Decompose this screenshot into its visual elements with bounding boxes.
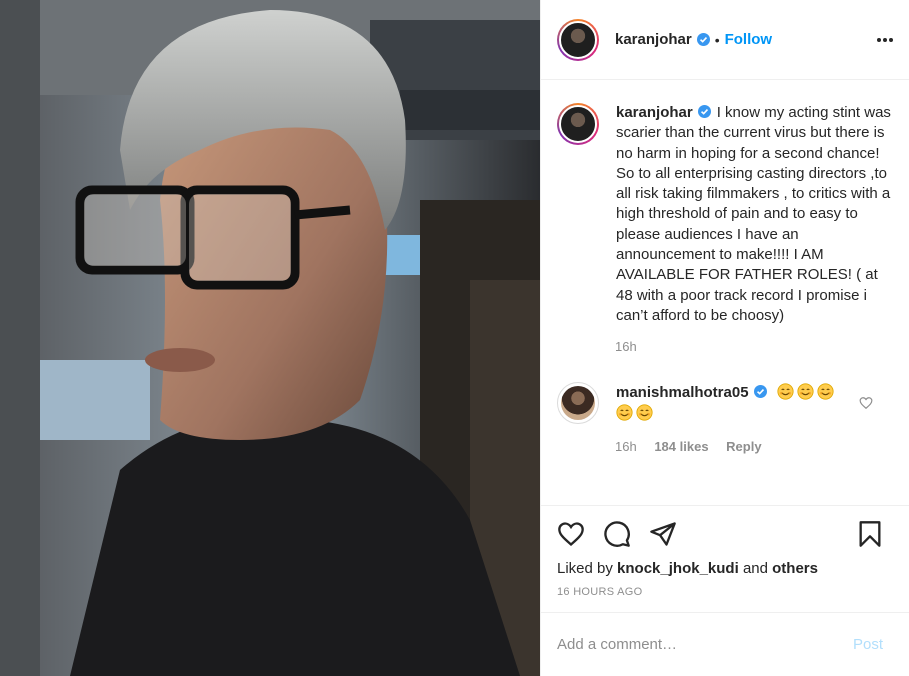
caption: karanjohar I know my acting stint was sca… [557,103,893,326]
heart-icon[interactable] [557,520,585,548]
share-icon[interactable] [649,520,677,548]
caption-avatar[interactable] [557,103,599,145]
comment-likes[interactable]: 184 likes [654,439,708,454]
comment-time[interactable]: 16h [615,439,637,454]
commenter-username[interactable]: manishmalhotra05 [616,384,749,401]
caption-body: karanjohar I know my acting stint was sca… [616,103,893,326]
more-horizontal-icon[interactable] [875,30,895,50]
liked-by: Liked by knock_jhok_kudi and others [557,560,893,577]
smiling-face-emoji-icon [817,383,834,400]
liked-by-and: and [742,560,768,577]
verified-badge-icon [696,33,710,46]
comment-item: manishmalhotra05 [557,382,893,425]
verified-badge-icon [697,105,711,118]
caption-time: 16h [615,339,637,355]
smiling-face-emoji-icon [636,404,653,421]
bookmark-icon[interactable] [857,520,883,548]
comment-body: manishmalhotra05 [616,382,856,424]
comment-input[interactable] [557,636,853,653]
caption-text: I know my acting stint was scarier than … [616,104,891,324]
post-actions: Liked by knock_jhok_kudi and others 16 H… [541,505,909,598]
caption-username[interactable]: karanjohar [616,104,693,121]
reply-button[interactable]: Reply [726,439,761,454]
selfie-photo [0,0,540,676]
post-header: karanjohar • Follow [541,0,909,80]
action-icons [557,506,893,562]
smiling-face-emoji-icon [797,383,814,400]
smiling-face-emoji-icon [777,383,794,400]
smiling-face-emoji-icon [616,404,633,421]
post-details-panel: karanjohar • Follow karanjohar I know my … [540,0,909,676]
comment-icon[interactable] [603,520,631,548]
post-comment-button[interactable]: Post [853,636,883,653]
commenter-avatar[interactable] [557,382,599,425]
follow-button[interactable]: Follow [725,31,773,48]
post-photo[interactable] [0,0,540,676]
comments-section[interactable]: karanjohar I know my acting stint was sca… [541,80,909,505]
author-username[interactable]: karanjohar [615,31,692,48]
author-avatar[interactable] [557,18,599,61]
liked-by-prefix: Liked by [557,560,613,577]
comment-meta: 16h 184 likes Reply [615,439,893,454]
post-timestamp[interactable]: 16 HOURS AGO [557,586,893,598]
separator-dot: • [714,31,720,48]
like-comment-heart-icon[interactable] [859,396,873,410]
add-comment-bar: Post [541,612,909,676]
verified-badge-icon [753,385,767,399]
liked-by-user[interactable]: knock_jhok_kudi [617,560,739,577]
liked-by-others[interactable]: others [772,560,818,577]
